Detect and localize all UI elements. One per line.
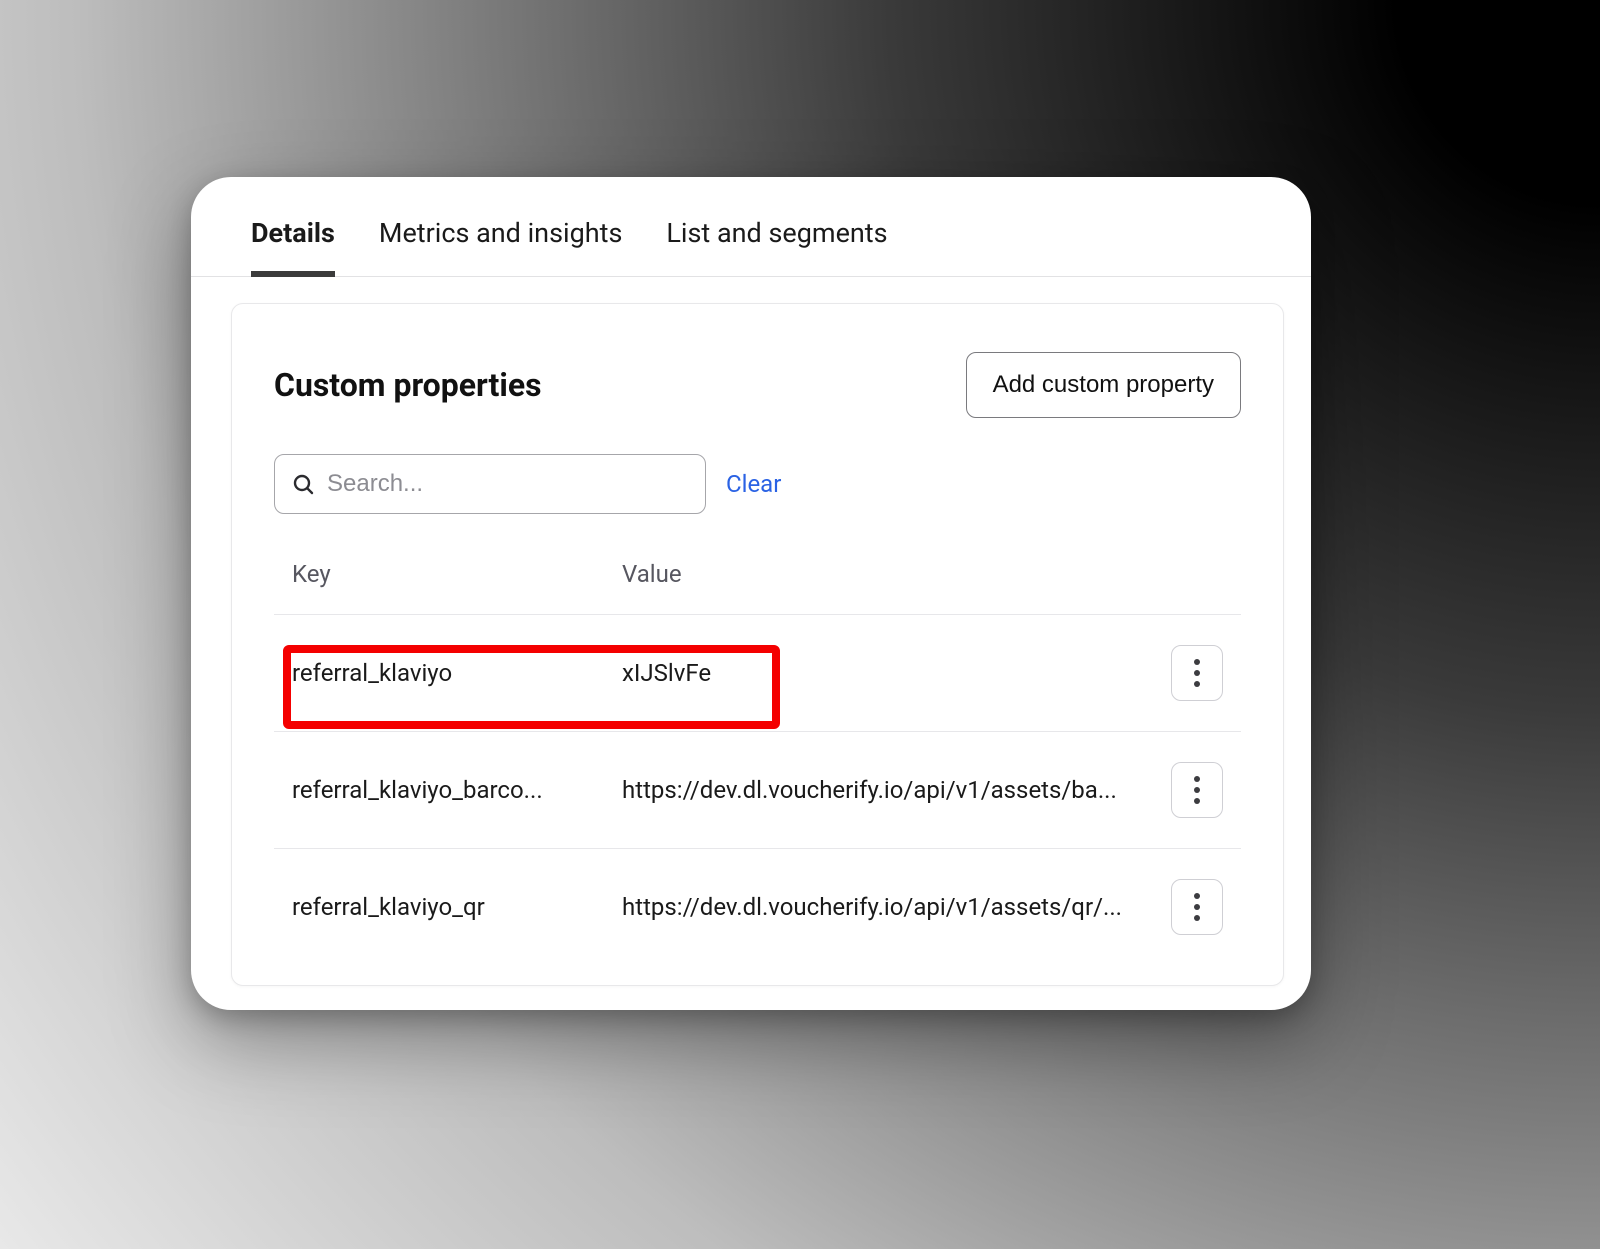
search-icon — [291, 472, 315, 496]
tab-list-and-segments[interactable]: List and segments — [666, 217, 887, 277]
row-actions-button[interactable] — [1171, 645, 1223, 701]
row-actions-button[interactable] — [1171, 762, 1223, 818]
clear-search-link[interactable]: Clear — [726, 470, 781, 498]
tabs-bar: Details Metrics and insights List and se… — [191, 177, 1311, 277]
properties-table: Key Value referral_klaviyo xIJSlvFe refe… — [274, 560, 1241, 965]
app-window: Details Metrics and insights List and se… — [191, 177, 1311, 1010]
property-key: referral_klaviyo_qr — [292, 893, 622, 921]
column-header-key: Key — [292, 560, 622, 588]
tab-details[interactable]: Details — [251, 217, 335, 277]
property-value: https://dev.dl.voucherify.io/api/v1/asse… — [622, 776, 1153, 804]
property-key: referral_klaviyo — [292, 659, 622, 687]
panel-title: Custom properties — [274, 366, 542, 404]
property-value: https://dev.dl.voucherify.io/api/v1/asse… — [622, 893, 1153, 921]
search-row: Clear — [274, 454, 1241, 514]
search-box[interactable] — [274, 454, 706, 514]
table-row: referral_klaviyo_qr https://dev.dl.vouch… — [274, 849, 1241, 965]
column-header-value: Value — [622, 560, 1153, 588]
table-row: referral_klaviyo xIJSlvFe — [274, 615, 1241, 732]
panel-header: Custom properties Add custom property — [274, 352, 1241, 418]
add-custom-property-button[interactable]: Add custom property — [966, 352, 1241, 418]
property-key: referral_klaviyo_barco... — [292, 776, 622, 804]
row-actions-button[interactable] — [1171, 879, 1223, 935]
table-header: Key Value — [274, 560, 1241, 615]
tab-metrics-and-insights[interactable]: Metrics and insights — [379, 217, 623, 277]
custom-properties-panel: Custom properties Add custom property Cl… — [231, 303, 1284, 986]
search-input[interactable] — [327, 470, 689, 498]
table-row: referral_klaviyo_barco... https://dev.dl… — [274, 732, 1241, 849]
property-value: xIJSlvFe — [622, 659, 1153, 687]
